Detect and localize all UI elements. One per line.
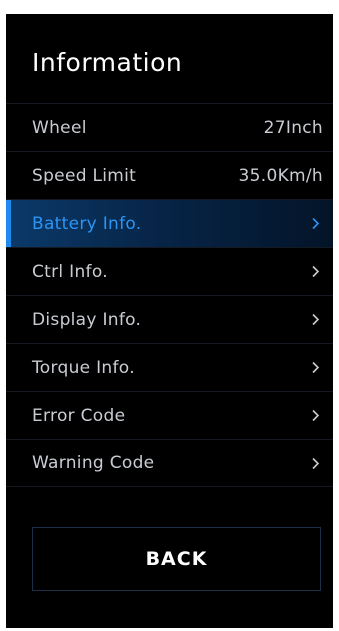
chevron-right-icon <box>307 455 323 471</box>
menu-item-label: Battery Info. <box>32 213 142 234</box>
information-screen: Information Wheel 27Inch Speed Limit 35.… <box>6 14 333 628</box>
chevron-right-icon <box>307 312 323 328</box>
menu-item-label: Warning Code <box>32 453 155 473</box>
chevron-right-icon <box>307 216 323 232</box>
chevron-right-icon <box>307 360 323 376</box>
chevron-right-icon <box>307 264 323 280</box>
menu-item-battery-info[interactable]: Battery Info. <box>6 199 333 247</box>
page-title: Information <box>32 48 183 77</box>
menu-item-label: Wheel <box>32 117 87 138</box>
menu-item-label: Ctrl Info. <box>32 261 108 282</box>
speed-limit-value: 35.0Km/h <box>238 165 323 186</box>
info-menu: Wheel 27Inch Speed Limit 35.0Km/h Batter… <box>6 103 333 487</box>
chevron-right-icon <box>307 408 323 424</box>
menu-item-display-info[interactable]: Display Info. <box>6 295 333 343</box>
menu-item-torque-info[interactable]: Torque Info. <box>6 343 333 391</box>
menu-item-error-code[interactable]: Error Code <box>6 391 333 439</box>
menu-item-label: Error Code <box>32 405 126 426</box>
menu-item-ctrl-info[interactable]: Ctrl Info. <box>6 247 333 295</box>
menu-item-label: Torque Info. <box>32 357 135 378</box>
back-button[interactable]: BACK <box>32 527 321 591</box>
wheel-size-value: 27Inch <box>263 117 323 138</box>
menu-item-speed-limit: Speed Limit 35.0Km/h <box>6 151 333 199</box>
menu-item-label: Display Info. <box>32 309 142 330</box>
menu-item-warning-code[interactable]: Warning Code <box>6 439 333 487</box>
menu-item-label: Speed Limit <box>32 165 137 186</box>
menu-item-wheel: Wheel 27Inch <box>6 103 333 151</box>
